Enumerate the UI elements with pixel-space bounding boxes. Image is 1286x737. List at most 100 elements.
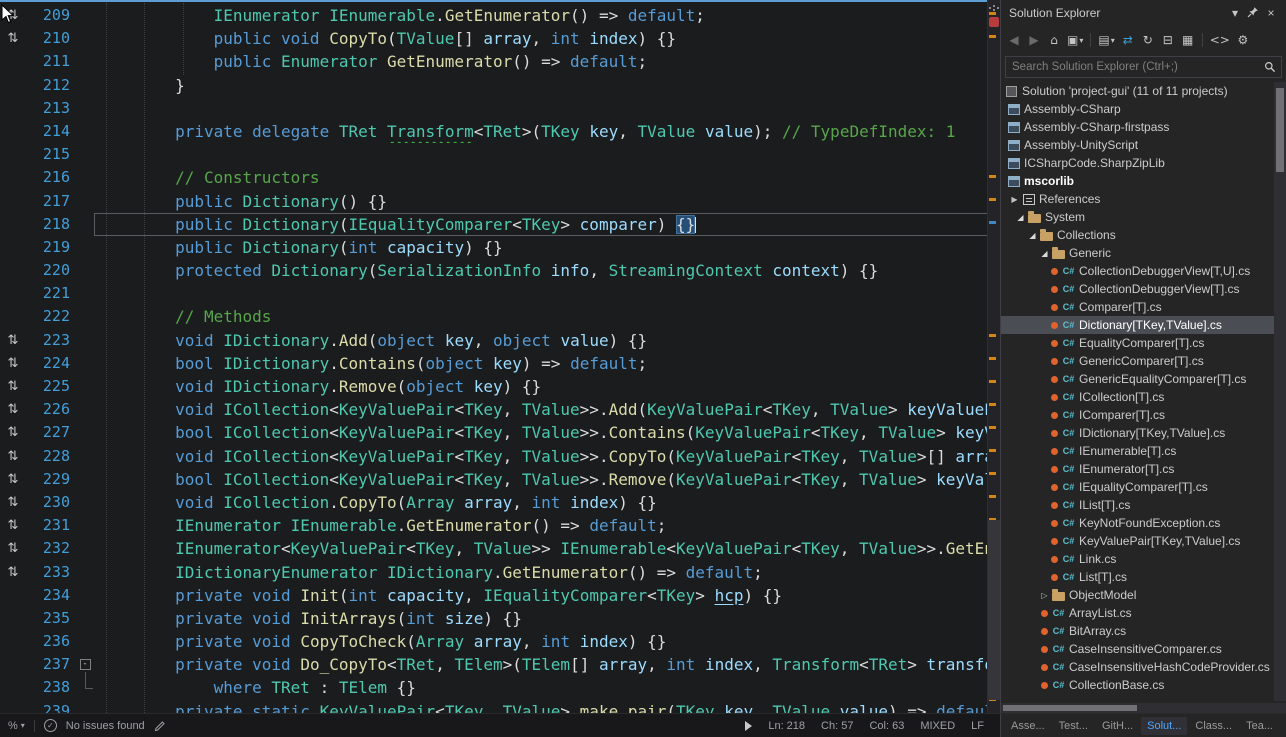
fold-margin[interactable]	[72, 74, 98, 97]
fold-margin[interactable]	[72, 259, 98, 282]
tree-v-scrollbar[interactable]	[1274, 82, 1286, 701]
tree-item[interactable]: C#CollectionDebuggerView[T].cs	[1001, 280, 1286, 298]
inheritance-margin-icon[interactable]	[0, 676, 26, 699]
tree-item[interactable]: C#IEqualityComparer[T].cs	[1001, 478, 1286, 496]
tree-item[interactable]: Assembly-CSharp	[1001, 100, 1286, 118]
line-number[interactable]: 216	[26, 166, 72, 189]
code-line[interactable]: ⇅227 bool ICollection<KeyValuePair<TKey,…	[0, 421, 1000, 444]
back-icon[interactable]: ◀	[1005, 30, 1023, 50]
code-text[interactable]: private void InitArrays(int size) {}	[98, 607, 1000, 630]
tree-h-scrollbar[interactable]	[1001, 703, 1286, 713]
code-text[interactable]: private void CopyToCheck(Array array, in…	[98, 630, 1000, 653]
inheritance-margin-icon[interactable]: ⇅	[0, 352, 26, 375]
code-line[interactable]: ⇅232 IEnumerator<KeyValuePair<TKey, TVal…	[0, 537, 1000, 560]
refresh-icon[interactable]: ↻	[1139, 30, 1157, 50]
fold-margin[interactable]: -	[72, 653, 98, 676]
code-line[interactable]: 217 public Dictionary() {}	[0, 190, 1000, 213]
code-line[interactable]: 211 public Enumerator GetEnumerator() =>…	[0, 50, 1000, 73]
line-number[interactable]: 229	[26, 468, 72, 491]
code-line[interactable]: 236 private void CopyToCheck(Array array…	[0, 630, 1000, 653]
no-issues-label[interactable]: No issues found	[66, 720, 145, 732]
search-input[interactable]	[1005, 56, 1282, 78]
code-text[interactable]: void IDictionary.Remove(object key) {}	[98, 375, 1000, 398]
line-number[interactable]: 210	[26, 27, 72, 50]
line-number[interactable]: 222	[26, 305, 72, 328]
inheritance-margin-icon[interactable]: ⇅	[0, 27, 26, 50]
fold-margin[interactable]	[72, 97, 98, 120]
inheritance-margin-icon[interactable]	[0, 282, 26, 305]
fold-margin[interactable]	[72, 50, 98, 73]
inheritance-margin-icon[interactable]	[0, 50, 26, 73]
fold-margin[interactable]	[72, 213, 98, 236]
line-number[interactable]: 224	[26, 352, 72, 375]
fold-margin[interactable]	[72, 537, 98, 560]
code-text[interactable]: IEnumerator<KeyValuePair<TKey, TValue>> …	[98, 537, 1000, 560]
tool-window-tab[interactable]: Solut...	[1141, 717, 1187, 735]
inheritance-margin-icon[interactable]	[0, 630, 26, 653]
code-editor[interactable]: ⇅209 IEnumerator IEnumerable.GetEnumerat…	[0, 0, 1000, 713]
tool-window-tab[interactable]: Class...	[1189, 717, 1238, 735]
tree-item[interactable]: C#Dictionary[TKey,TValue].cs	[1001, 316, 1286, 334]
code-text[interactable]: private void Init(int capacity, IEqualit…	[98, 584, 1000, 607]
code-text[interactable]: }	[98, 74, 1000, 97]
scrollbar-thumb[interactable]	[988, 520, 1000, 700]
expand-arrow-icon[interactable]: ▶	[1009, 195, 1020, 204]
tree-item[interactable]: ◢Collections	[1001, 226, 1286, 244]
code-text[interactable]: // Constructors	[98, 166, 1000, 189]
fold-margin[interactable]	[72, 4, 98, 27]
inheritance-margin-icon[interactable]	[0, 700, 26, 713]
code-text[interactable]: bool ICollection<KeyValuePair<TKey, TVal…	[98, 468, 1000, 491]
inheritance-margin-icon[interactable]: ⇅	[0, 561, 26, 584]
code-line[interactable]: ⇅229 bool ICollection<KeyValuePair<TKey,…	[0, 468, 1000, 491]
line-number[interactable]: 211	[26, 50, 72, 73]
code-line[interactable]: 216 // Constructors	[0, 166, 1000, 189]
code-text[interactable]: public Dictionary() {}	[98, 190, 1000, 213]
inheritance-margin-icon[interactable]: ⇅	[0, 421, 26, 444]
code-line[interactable]: 221	[0, 282, 1000, 305]
search-icon[interactable]	[1264, 61, 1276, 73]
tree-item[interactable]: C#List[T].cs	[1001, 568, 1286, 586]
v-scrollbar-thumb[interactable]	[1276, 88, 1284, 172]
collapse-arrow-icon[interactable]: ◢	[1027, 231, 1038, 240]
show-all-files-icon[interactable]: ▦	[1179, 30, 1197, 50]
fold-margin[interactable]	[72, 329, 98, 352]
pencil-icon[interactable]	[154, 720, 166, 732]
tree-item[interactable]: Assembly-CSharp-firstpass	[1001, 118, 1286, 136]
code-line[interactable]: 222 // Methods	[0, 305, 1000, 328]
code-text[interactable]: private delegate TRet Transform<TRet>(TK…	[98, 120, 1000, 143]
inheritance-margin-icon[interactable]: ⇅	[0, 514, 26, 537]
code-text[interactable]: IEnumerator IEnumerable.GetEnumerator() …	[98, 4, 1000, 27]
tree-item[interactable]: C#KeyValuePair[TKey,TValue].cs	[1001, 532, 1286, 550]
line-number[interactable]: 231	[26, 514, 72, 537]
code-text[interactable]: public Enumerator GetEnumerator() => def…	[98, 50, 1000, 73]
code-text[interactable]: public Dictionary(IEqualityComparer<TKey…	[98, 213, 1000, 236]
line-number[interactable]: 237	[26, 653, 72, 676]
tree-item[interactable]: C#ICollection[T].cs	[1001, 388, 1286, 406]
code-line[interactable]: ⇅233 IDictionaryEnumerator IDictionary.G…	[0, 561, 1000, 584]
tree-item[interactable]: ICSharpCode.SharpZipLib	[1001, 154, 1286, 172]
tool-window-tab[interactable]: Asse...	[1005, 717, 1051, 735]
tree-item[interactable]: C#Comparer[T].cs	[1001, 298, 1286, 316]
inheritance-margin-icon[interactable]	[0, 190, 26, 213]
tree-item[interactable]: C#Link.cs	[1001, 550, 1286, 568]
line-number[interactable]: 219	[26, 236, 72, 259]
code-line[interactable]: ⇅209 IEnumerator IEnumerable.GetEnumerat…	[0, 4, 1000, 27]
code-text[interactable]	[98, 143, 1000, 166]
line-number[interactable]: 227	[26, 421, 72, 444]
code-line[interactable]: ⇅228 void ICollection<KeyValuePair<TKey,…	[0, 445, 1000, 468]
code-text[interactable]: where TRet : TElem {}	[98, 676, 1000, 699]
code-text[interactable]: IDictionaryEnumerator IDictionary.GetEnu…	[98, 561, 1000, 584]
tree-item[interactable]: Assembly-UnityScript	[1001, 136, 1286, 154]
tree-item[interactable]: C#IComparer[T].cs	[1001, 406, 1286, 424]
line-number[interactable]: 212	[26, 74, 72, 97]
inheritance-margin-icon[interactable]	[0, 166, 26, 189]
inheritance-margin-icon[interactable]: ⇅	[0, 468, 26, 491]
code-text[interactable]: protected Dictionary(SerializationInfo i…	[98, 259, 1000, 282]
line-number[interactable]: 228	[26, 445, 72, 468]
line-number[interactable]: 239	[26, 700, 72, 713]
tree-item[interactable]: C#IEnumerator[T].cs	[1001, 460, 1286, 478]
expand-arrow-icon[interactable]: ▷	[1039, 591, 1050, 600]
code-text[interactable]: private void Do_CopyTo<TRet, TElem>(TEle…	[98, 653, 1000, 676]
code-line[interactable]: ⇅225 void IDictionary.Remove(object key)…	[0, 375, 1000, 398]
code-line[interactable]: ⇅210 public void CopyTo(TValue[] array, …	[0, 27, 1000, 50]
